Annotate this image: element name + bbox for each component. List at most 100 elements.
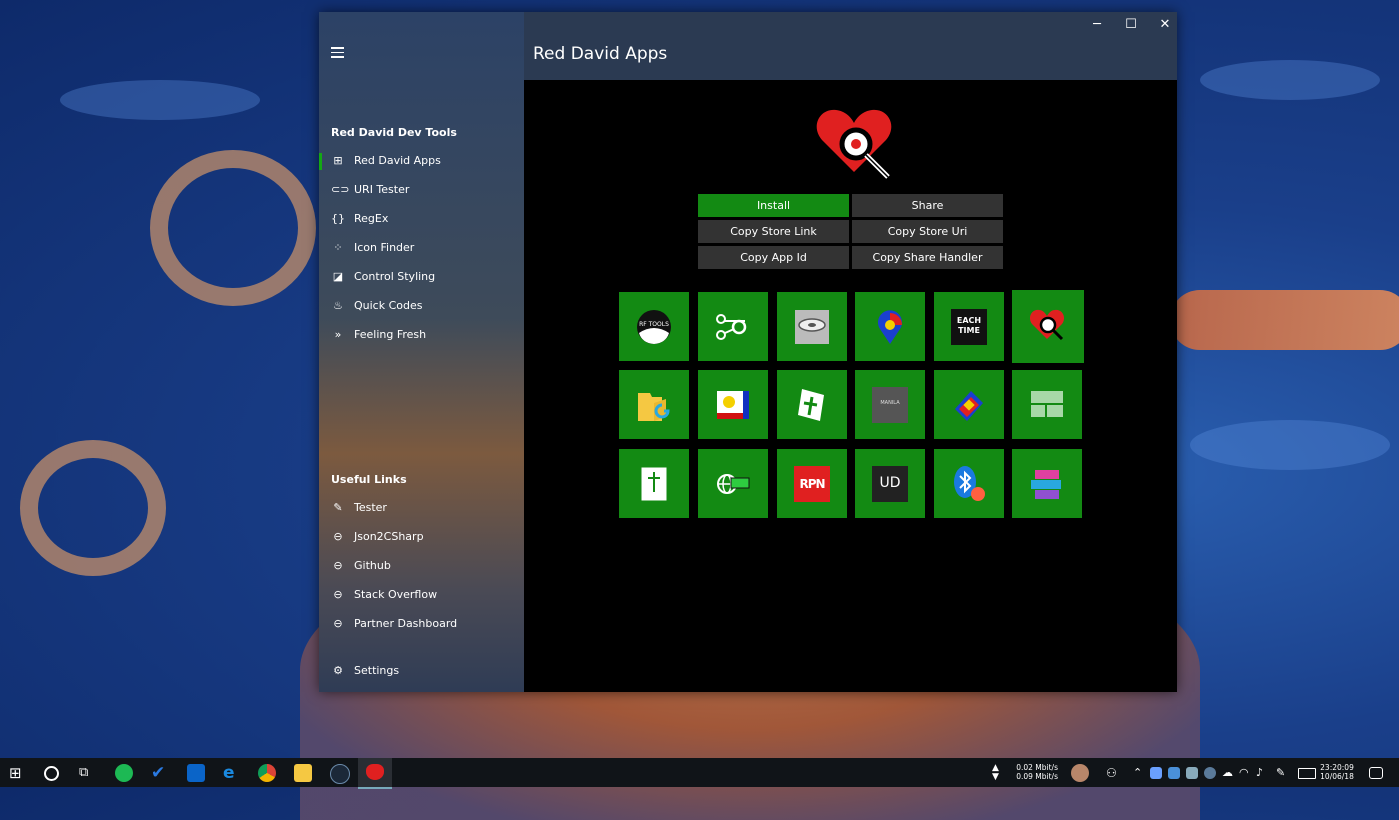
app-tile[interactable]	[698, 292, 768, 361]
tray-app-icon[interactable]	[1186, 767, 1198, 779]
nav-item-json2csharp[interactable]: ⊖ Json2CSharp	[319, 523, 524, 552]
nav-item-label: Stack Overflow	[354, 588, 438, 601]
globe-icon: ⊖	[333, 530, 343, 543]
disk-app-icon	[795, 310, 829, 344]
app-tile[interactable]	[934, 449, 1004, 518]
app-tile[interactable]: UD	[855, 449, 925, 518]
red-david-apps-taskbar-icon	[366, 764, 384, 780]
maximize-button[interactable]: ☐	[1114, 12, 1148, 37]
page-header: Red David Apps	[524, 37, 1177, 80]
app-tile[interactable]	[698, 449, 768, 518]
cloud-icon[interactable]: ☁	[1222, 764, 1240, 782]
outlook-icon[interactable]	[187, 764, 205, 782]
nav-item-control-styling[interactable]: ◪ Control Styling	[319, 263, 524, 292]
tile-label: EACH TIME	[956, 316, 982, 335]
bluetooth-share-app-icon	[954, 466, 985, 501]
selection-indicator	[319, 153, 322, 170]
nav-item-settings[interactable]: ⚙ Settings	[319, 657, 524, 686]
share-button[interactable]: Share	[852, 194, 1003, 217]
tile-label: RPN	[799, 477, 825, 491]
app-tile[interactable]	[619, 370, 689, 439]
app-tile[interactable]: RPN	[777, 449, 847, 518]
cortana-icon[interactable]	[44, 766, 59, 781]
todo-check-icon[interactable]: ✔	[151, 764, 169, 782]
steam-tray-icon[interactable]	[1204, 767, 1216, 779]
app-tile[interactable]	[777, 370, 847, 439]
steam-icon[interactable]	[330, 764, 350, 784]
pen-ink-icon[interactable]: ✎	[1276, 764, 1294, 782]
nav-item-label: Feeling Fresh	[354, 328, 427, 341]
nav-item-uri-tester[interactable]: ⊂⊃ URI Tester	[319, 176, 524, 205]
background-tentacle	[20, 440, 166, 576]
layers-app-icon	[1031, 470, 1061, 499]
flame-icon: ♨	[333, 299, 343, 312]
people-icon[interactable]: ⚇	[1106, 764, 1124, 782]
volume-icon[interactable]: ♪	[1256, 764, 1274, 782]
book-cross-app-icon	[640, 466, 668, 502]
page-title: Red David Apps	[533, 44, 668, 64]
nav-item-github[interactable]: ⊖ Github	[319, 552, 524, 581]
title-bar[interactable]: ─ ☐ ✕	[524, 12, 1177, 37]
tray-app-icon[interactable]	[1150, 767, 1162, 779]
nav-item-icon-finder[interactable]: ⁘ Icon Finder	[319, 234, 524, 263]
nav-item-regex[interactable]: {} RegEx	[319, 205, 524, 234]
copy-store-link-button[interactable]: Copy Store Link	[698, 220, 849, 243]
app-tile[interactable]	[777, 292, 847, 361]
nav-item-stack-overflow[interactable]: ⊖ Stack Overflow	[319, 581, 524, 610]
red-david-apps-logo-icon	[816, 109, 892, 179]
minimize-button[interactable]: ─	[1080, 12, 1114, 37]
copy-store-uri-button[interactable]: Copy Store Uri	[852, 220, 1003, 243]
nav-item-tester[interactable]: ✎ Tester	[319, 494, 524, 523]
app-tile[interactable]	[1012, 449, 1082, 518]
tile-label: RF TOOLS	[639, 321, 669, 328]
folder-app-icon	[638, 393, 670, 421]
task-view-icon[interactable]: ⧉	[79, 764, 97, 782]
app-tile-selected[interactable]	[1012, 290, 1084, 363]
app-tile[interactable]	[698, 370, 768, 439]
chrome-icon[interactable]	[258, 764, 276, 782]
copy-app-id-button[interactable]: Copy App Id	[698, 246, 849, 269]
clock-time[interactable]: 23:20:09	[1318, 763, 1356, 772]
action-center-icon[interactable]	[1369, 767, 1383, 779]
edge-browser-icon[interactable]: e	[223, 764, 241, 782]
keyboard-icon[interactable]	[1298, 768, 1316, 779]
section-title-useful-links: Useful Links	[331, 473, 407, 486]
start-windows-icon[interactable]: ⊞	[9, 764, 27, 782]
active-app-taskbar-button[interactable]	[358, 758, 392, 789]
clock-date[interactable]: 10/06/18	[1318, 772, 1356, 781]
chevron-up-icon[interactable]: ⌃	[1133, 764, 1151, 782]
style-icon: ◪	[332, 270, 344, 283]
nav-item-red-david-apps[interactable]: ⊞ Red David Apps	[319, 147, 524, 176]
install-button[interactable]: Install	[698, 194, 849, 217]
app-tile[interactable]	[619, 449, 689, 518]
spotify-icon[interactable]	[115, 764, 133, 782]
nav-item-quick-codes[interactable]: ♨ Quick Codes	[319, 292, 524, 321]
nav-item-label: Red David Apps	[354, 154, 441, 167]
app-tile[interactable]	[934, 370, 1004, 439]
wifi-icon[interactable]: ◠	[1239, 764, 1257, 782]
close-button[interactable]: ✕	[1148, 12, 1182, 37]
network-download-speed: 0.09 Mbit/s	[1016, 772, 1058, 781]
network-upload-speed: 0.02 Mbit/s	[1016, 763, 1058, 772]
nav-item-label: Tester	[354, 501, 387, 514]
copy-share-handler-button[interactable]: Copy Share Handler	[852, 246, 1003, 269]
tray-app-icon[interactable]	[1168, 767, 1180, 779]
file-explorer-icon[interactable]	[294, 764, 312, 782]
nav-item-partner-dashboard[interactable]: ⊖ Partner Dashboard	[319, 610, 524, 639]
uri-connector-app-icon	[716, 314, 747, 340]
app-tile[interactable]: EACH TIME	[934, 292, 1004, 361]
app-tile[interactable]: RF TOOLS	[619, 292, 689, 361]
background-wave	[1200, 60, 1380, 100]
app-tile[interactable]	[855, 292, 925, 361]
nav-item-label: Quick Codes	[354, 299, 423, 312]
gear-icon: ⚙	[333, 664, 343, 677]
background-wave	[60, 80, 260, 120]
nav-item-feeling-fresh[interactable]: » Feeling Fresh	[319, 321, 524, 350]
tiles-app-icon	[1031, 391, 1063, 417]
user-avatar-icon[interactable]	[1071, 764, 1089, 782]
app-tile[interactable]: MANILA	[855, 370, 925, 439]
nav-item-label: Partner Dashboard	[354, 617, 458, 630]
app-tile[interactable]	[1012, 370, 1082, 439]
section-title-dev-tools: Red David Dev Tools	[331, 126, 457, 139]
hamburger-menu-icon[interactable]	[331, 47, 344, 59]
